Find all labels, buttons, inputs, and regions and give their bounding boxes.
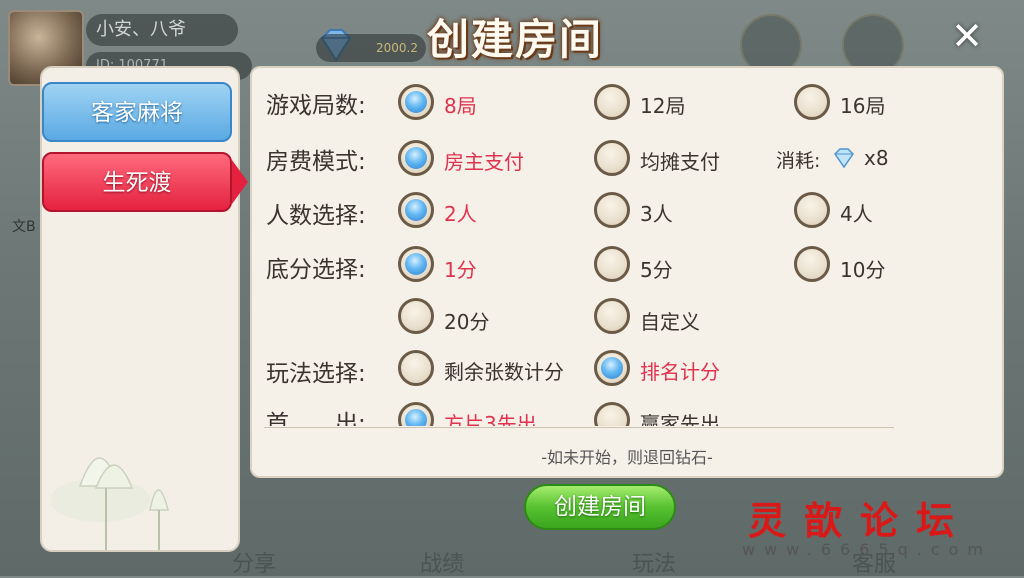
create-room-button[interactable]: 创建房间 [524, 484, 676, 530]
cost-value: x8 [864, 146, 889, 170]
play-option-remaining[interactable]: 剩余张数计分 [444, 356, 564, 385]
base-radio-10[interactable] [794, 246, 830, 282]
base-option-5[interactable]: 5分 [640, 254, 673, 283]
first-radio-diamond3[interactable] [398, 402, 434, 426]
clipped-row-container: 首 出: 方片3先出 赢家先出 [250, 400, 1004, 426]
first-out-label: 首 出: [266, 411, 366, 426]
fee-mode-label: 房费模式: [266, 149, 366, 175]
base-option-1[interactable]: 1分 [444, 254, 477, 283]
base-radio-custom[interactable] [594, 298, 630, 334]
fee-radio-split[interactable] [594, 140, 630, 176]
rounds-option-8[interactable]: 8局 [444, 90, 477, 119]
dialog-title: 创建房间 [426, 15, 603, 64]
base-option-20[interactable]: 20分 [444, 306, 489, 335]
play-option-ranking[interactable]: 排名计分 [640, 356, 720, 385]
left-hint-text: 文B [12, 219, 36, 235]
fee-option-host[interactable]: 房主支付 [444, 146, 524, 175]
rounds-option-12[interactable]: 12局 [640, 90, 685, 119]
players-option-2[interactable]: 2人 [444, 198, 477, 227]
watermark-url: www.6665q.com [742, 540, 993, 559]
base-option-10[interactable]: 10分 [840, 254, 885, 283]
fee-option-split[interactable]: 均摊支付 [640, 146, 720, 175]
username: 小安、八爷 [86, 14, 238, 46]
rounds-radio-8[interactable] [398, 84, 434, 120]
rounds-radio-16[interactable] [794, 84, 830, 120]
base-score-label: 底分选择: [266, 257, 366, 283]
fee-radio-host[interactable] [398, 140, 434, 176]
play-mode-label: 玩法选择: [266, 361, 366, 387]
panel-divider [264, 427, 894, 428]
lotus-decoration [50, 457, 169, 550]
first-radio-winner[interactable] [594, 402, 630, 426]
players-option-3[interactable]: 3人 [640, 198, 673, 227]
play-radio-ranking[interactable] [594, 350, 630, 386]
records-button[interactable]: 战绩 [420, 546, 464, 578]
first-option-winner[interactable]: 赢家先出 [640, 408, 720, 426]
players-radio-4[interactable] [794, 192, 830, 228]
active-tab-arrow [232, 160, 248, 204]
players-radio-3[interactable] [594, 192, 630, 228]
tab-shengsidu[interactable]: 生死渡 [42, 152, 232, 212]
play-radio-remaining[interactable] [398, 350, 434, 386]
base-radio-20[interactable] [398, 298, 434, 334]
first-option-diamond3[interactable]: 方片3先出 [444, 408, 537, 426]
rounds-option-16[interactable]: 16局 [840, 90, 885, 119]
players-option-4[interactable]: 4人 [840, 198, 873, 227]
base-radio-5[interactable] [594, 246, 630, 282]
close-icon[interactable]: ✕ [944, 14, 990, 60]
players-label: 人数选择: [266, 203, 366, 229]
base-radio-1[interactable] [398, 246, 434, 282]
rounds-label: 游戏局数: [266, 93, 366, 119]
tab-hakka-mahjong[interactable]: 客家麻将 [42, 82, 232, 142]
share-button[interactable]: 分享 [232, 546, 276, 578]
refund-notice: -如未开始，则退回钻石- [541, 448, 713, 467]
rounds-radio-12[interactable] [594, 84, 630, 120]
diamond-icon [834, 148, 854, 169]
base-option-custom[interactable]: 自定义 [640, 306, 700, 335]
cost-label: 消耗: [776, 150, 821, 172]
rules-button[interactable]: 玩法 [632, 546, 676, 578]
players-radio-2[interactable] [398, 192, 434, 228]
watermark-title: 灵歆论坛 [748, 498, 973, 543]
